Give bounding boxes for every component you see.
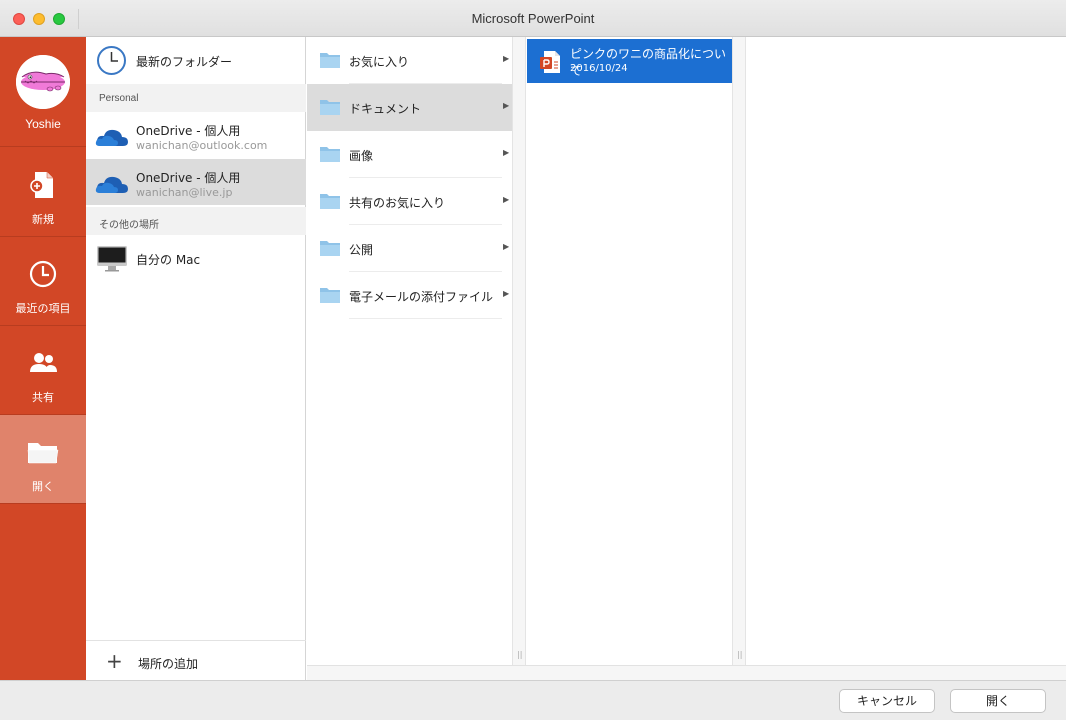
onedrive-cloud-icon [95,129,128,146]
folder-icon [320,147,340,162]
sidebar-item-recent[interactable]: 最近の項目 [0,237,86,326]
folder-icon [320,194,340,209]
chevron-right-icon: ▶ [503,101,510,110]
clock-icon [29,260,57,288]
file-column: ピンクのワニの商品化について 2016/10/24 [526,37,732,665]
folder-label: お気に入り [349,55,410,69]
resize-grip-icon: || [517,650,523,659]
window-title: Microsoft PowerPoint [471,11,595,26]
chevron-right-icon: ▶ [503,289,510,298]
sidebar-item-shared[interactable]: 共有 [0,326,86,415]
folder-label: 電子メールの添付ファイル [349,290,494,304]
location-account: wanichan@outlook.com [136,139,268,152]
column-resize-handle[interactable]: || [512,37,526,665]
onedrive-cloud-icon [95,176,128,193]
title-bar: Microsoft PowerPoint [0,0,1066,37]
bottom-bar: キャンセル 開く [0,680,1066,720]
folder-item[interactable]: 電子メールの添付ファイル ▶ [307,272,512,319]
folder-item[interactable]: 画像 ▶ [307,131,512,178]
add-place-label: 場所の追加 [138,657,199,671]
empty-column [747,37,1066,665]
folder-item[interactable]: 公開 ▶ [307,225,512,272]
file-item[interactable]: ピンクのワニの商品化について 2016/10/24 [527,39,732,83]
chevron-right-icon: ▶ [503,54,510,63]
powerpoint-file-icon [540,51,560,73]
location-onedrive-live[interactable]: OneDrive - 個人用 wanichan@live.jp [86,159,306,205]
location-title: OneDrive - 個人用 [136,171,241,185]
imac-icon [97,246,127,272]
location-my-mac[interactable]: 自分の Mac [86,235,306,281]
sidebar-item-label: 共有 [32,391,54,404]
cancel-button[interactable]: キャンセル [839,689,935,713]
folder-icon [320,53,340,68]
chevron-right-icon: ▶ [503,148,510,157]
chevron-right-icon: ▶ [503,195,510,204]
column-resize-handle[interactable]: || [732,37,746,665]
resize-grip-icon: || [737,650,743,659]
folder-item[interactable]: 共有のお気に入り ▶ [307,178,512,225]
profile-section[interactable]: Yoshie [0,37,86,147]
folder-label: 画像 [349,149,374,163]
chevron-right-icon: ▶ [503,242,510,251]
people-icon [30,353,57,372]
section-header-personal: Personal [86,84,306,112]
sidebar-item-label: 開く [32,480,54,493]
folder-icon [320,100,340,115]
folder-column: お気に入り ▶ ドキュメント ▶ 画像 ▶ 共有のお気に入り ▶ 公開 ▶ 電子… [307,37,512,665]
file-date: 2016/10/24 [570,63,628,74]
folder-label: 公開 [349,243,374,257]
folder-icon [320,241,340,256]
recent-folders-label: 最新のフォルダー [136,55,233,69]
sidebar-item-label: 新規 [32,213,54,226]
horizontal-scrollbar[interactable] [307,665,1066,680]
sidebar-item-new[interactable]: 新規 [0,148,86,237]
open-folder-icon [27,443,59,464]
folder-item[interactable]: ドキュメント ▶ [307,84,512,131]
folder-label: ドキュメント [349,102,422,116]
location-onedrive-outlook[interactable]: OneDrive - 個人用 wanichan@outlook.com [86,112,306,158]
location-title: 自分の Mac [136,253,201,267]
folder-item[interactable]: お気に入り ▶ [307,37,512,84]
clock-icon [97,46,126,75]
sidebar-item-label: 最近の項目 [15,302,71,315]
backstage-sidebar: Yoshie 新規 最近の項目 共有 開く [0,37,86,680]
user-name: Yoshie [25,117,61,131]
folder-label: 共有のお気に入り [349,196,446,210]
avatar [16,55,70,109]
location-title: OneDrive - 個人用 [136,124,241,138]
open-button[interactable]: 開く [950,689,1046,713]
add-place-button[interactable]: + 場所の追加 [86,640,306,680]
new-document-icon [30,172,53,198]
sidebar-item-open[interactable]: 開く [0,415,86,504]
row-divider [349,318,502,319]
location-account: wanichan@live.jp [136,186,233,199]
folder-icon [320,288,340,303]
section-header-other: その他の場所 [86,207,306,235]
recent-folders-item[interactable]: 最新のフォルダー [86,37,306,84]
locations-panel: 最新のフォルダー Personal OneDrive - 個人用 wanicha… [86,37,306,680]
plus-icon: + [106,649,123,673]
